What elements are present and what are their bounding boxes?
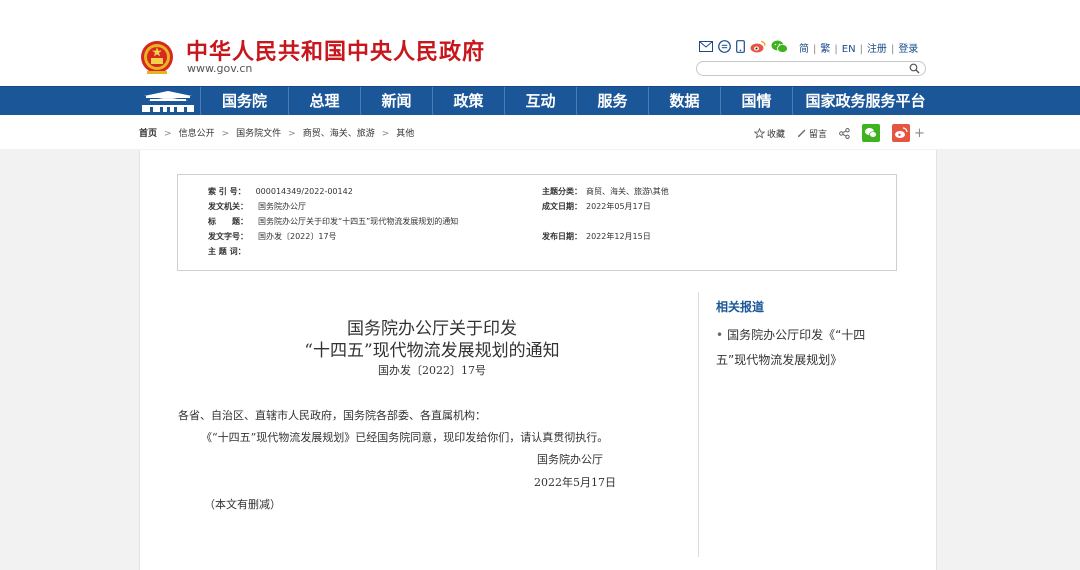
top-share-icons — [699, 38, 788, 54]
comment-label: 留言 — [809, 129, 828, 140]
wechat-icon[interactable] — [771, 40, 788, 53]
site-url[interactable]: www.gov.cn — [187, 62, 252, 75]
breadcrumb-other[interactable]: 其他 — [396, 129, 414, 139]
meta-title-label: 标 题： — [208, 217, 248, 226]
collect-label: 收藏 — [767, 129, 786, 140]
meta-doc-no-label: 发文字号： — [208, 232, 248, 241]
breadcrumb-trade-customs-tourism[interactable]: 商贸、海关、旅游 — [303, 129, 375, 139]
meta-issuer-label: 发文机关： — [208, 202, 248, 211]
star-icon — [754, 127, 765, 139]
pen-icon — [798, 129, 806, 137]
comment-icon[interactable] — [718, 39, 731, 53]
search-input[interactable] — [696, 61, 926, 76]
meta-title: 国务院办公厅关于印发“十四五”现代物流发展规划的通知 — [258, 217, 459, 226]
nav-item-news[interactable]: 新闻 — [360, 87, 432, 116]
simplified-link[interactable]: 简 — [799, 40, 809, 55]
article-body: 《“十四五”现代物流发展规划》已经国务院同意，现印发给你们，请认真贯彻执行。 — [201, 431, 609, 444]
meta-subject-category: 商贸、海关、旅游\其他 — [586, 187, 669, 196]
login-link[interactable]: 登录 — [898, 40, 918, 55]
national-emblem-icon[interactable] — [140, 38, 174, 76]
traditional-link[interactable]: 繁 — [820, 40, 830, 55]
collect-button[interactable]: 收藏 — [754, 127, 785, 140]
meta-issuer: 国务院办公厅 — [258, 202, 306, 211]
weibo-icon[interactable] — [750, 40, 766, 53]
site-header: 中华人民共和国中央人民政府 www.gov.cn 简 | 繁 | EN | 注册 | 登录 — [0, 0, 1080, 86]
article-date: 2022年5月17日 — [534, 476, 616, 489]
bullet-icon: • — [716, 328, 724, 342]
page-tools: 收藏 留言 + — [754, 124, 925, 142]
english-link[interactable]: EN — [842, 44, 856, 55]
language-login-links: 简 | 繁 | EN | 注册 | 登录 — [799, 40, 918, 55]
breadcrumb-state-council-docs[interactable]: 国务院文件 — [236, 129, 281, 139]
meta-doc-no: 国办发〔2022〕17号 — [258, 232, 337, 241]
nav-item-policy[interactable]: 政策 — [432, 87, 504, 116]
article-title-line2: “十四五”现代物流发展规划的通知 — [304, 341, 560, 361]
meta-date-written-label: 成文日期： — [542, 202, 582, 211]
breadcrumb: 首页 > 信息公开 > 国务院文件 > 商贸、海关、旅游 > 其他 — [139, 129, 415, 139]
nav-item-data[interactable]: 数据 — [648, 87, 720, 116]
share-icon — [839, 127, 850, 139]
more-share-button[interactable]: + — [914, 126, 925, 141]
meta-subject-category-label: 主题分类： — [542, 187, 582, 196]
share-wechat-button[interactable] — [862, 124, 881, 142]
meta-keywords-label: 主 题 词： — [208, 247, 246, 256]
meta-publish-date-label: 发布日期： — [542, 232, 582, 241]
nav-item-national-profile[interactable]: 国情 — [720, 87, 792, 116]
nav-item-state-council[interactable]: 国务院 — [200, 87, 288, 116]
weibo-icon — [892, 124, 911, 142]
share-weibo-button[interactable] — [892, 124, 911, 142]
comment-button[interactable]: 留言 — [797, 127, 827, 140]
meta-index-no-label: 索 引 号： — [208, 187, 246, 196]
meta-index-no: 000014349/2022-00142 — [255, 187, 353, 196]
main-nav: 国务院 总理 新闻 政策 互动 服务 数据 国情 国家政务服务平台 — [0, 86, 1080, 116]
mobile-icon[interactable] — [736, 39, 745, 53]
related-report-link[interactable]: • 国务院办公厅印发《“十四五”现代物流发展规划》 — [716, 323, 876, 373]
tiananmen-logo-icon[interactable] — [136, 87, 200, 116]
wechat-icon — [862, 124, 881, 142]
nav-item-premier[interactable]: 总理 — [288, 87, 360, 116]
breadcrumb-info-disclosure[interactable]: 信息公开 — [179, 129, 215, 139]
nav-item-gov-service-platform[interactable]: 国家政务服务平台 — [792, 87, 938, 116]
nav-item-services[interactable]: 服务 — [576, 87, 648, 116]
meta-date-written: 2022年05月17日 — [586, 202, 651, 211]
article-signature: 国务院办公厅 — [537, 453, 603, 466]
meta-publish-date: 2022年12月15日 — [586, 232, 651, 241]
share-button[interactable] — [839, 127, 850, 139]
related-report-text: 国务院办公厅印发《“十四五”现代物流发展规划》 — [716, 328, 866, 367]
nav-item-interaction[interactable]: 互动 — [504, 87, 576, 116]
search-icon[interactable] — [909, 63, 920, 74]
document-metadata-table: 索 引 号： 000014349/2022-00142 主题分类： 商贸、海关、旅游… — [177, 174, 897, 271]
related-reports-heading: 相关报道 — [716, 300, 765, 314]
article-note: （本文有删减） — [204, 498, 281, 511]
article-doc-number: 国办发〔2022〕17号 — [378, 364, 486, 377]
article-salutation: 各省、自治区、直辖市人民政府，国务院各部委、各直属机构： — [178, 409, 486, 422]
column-divider — [698, 292, 699, 557]
mail-icon[interactable] — [699, 40, 713, 52]
breadcrumb-home[interactable]: 首页 — [139, 129, 157, 139]
register-link[interactable]: 注册 — [867, 40, 887, 55]
